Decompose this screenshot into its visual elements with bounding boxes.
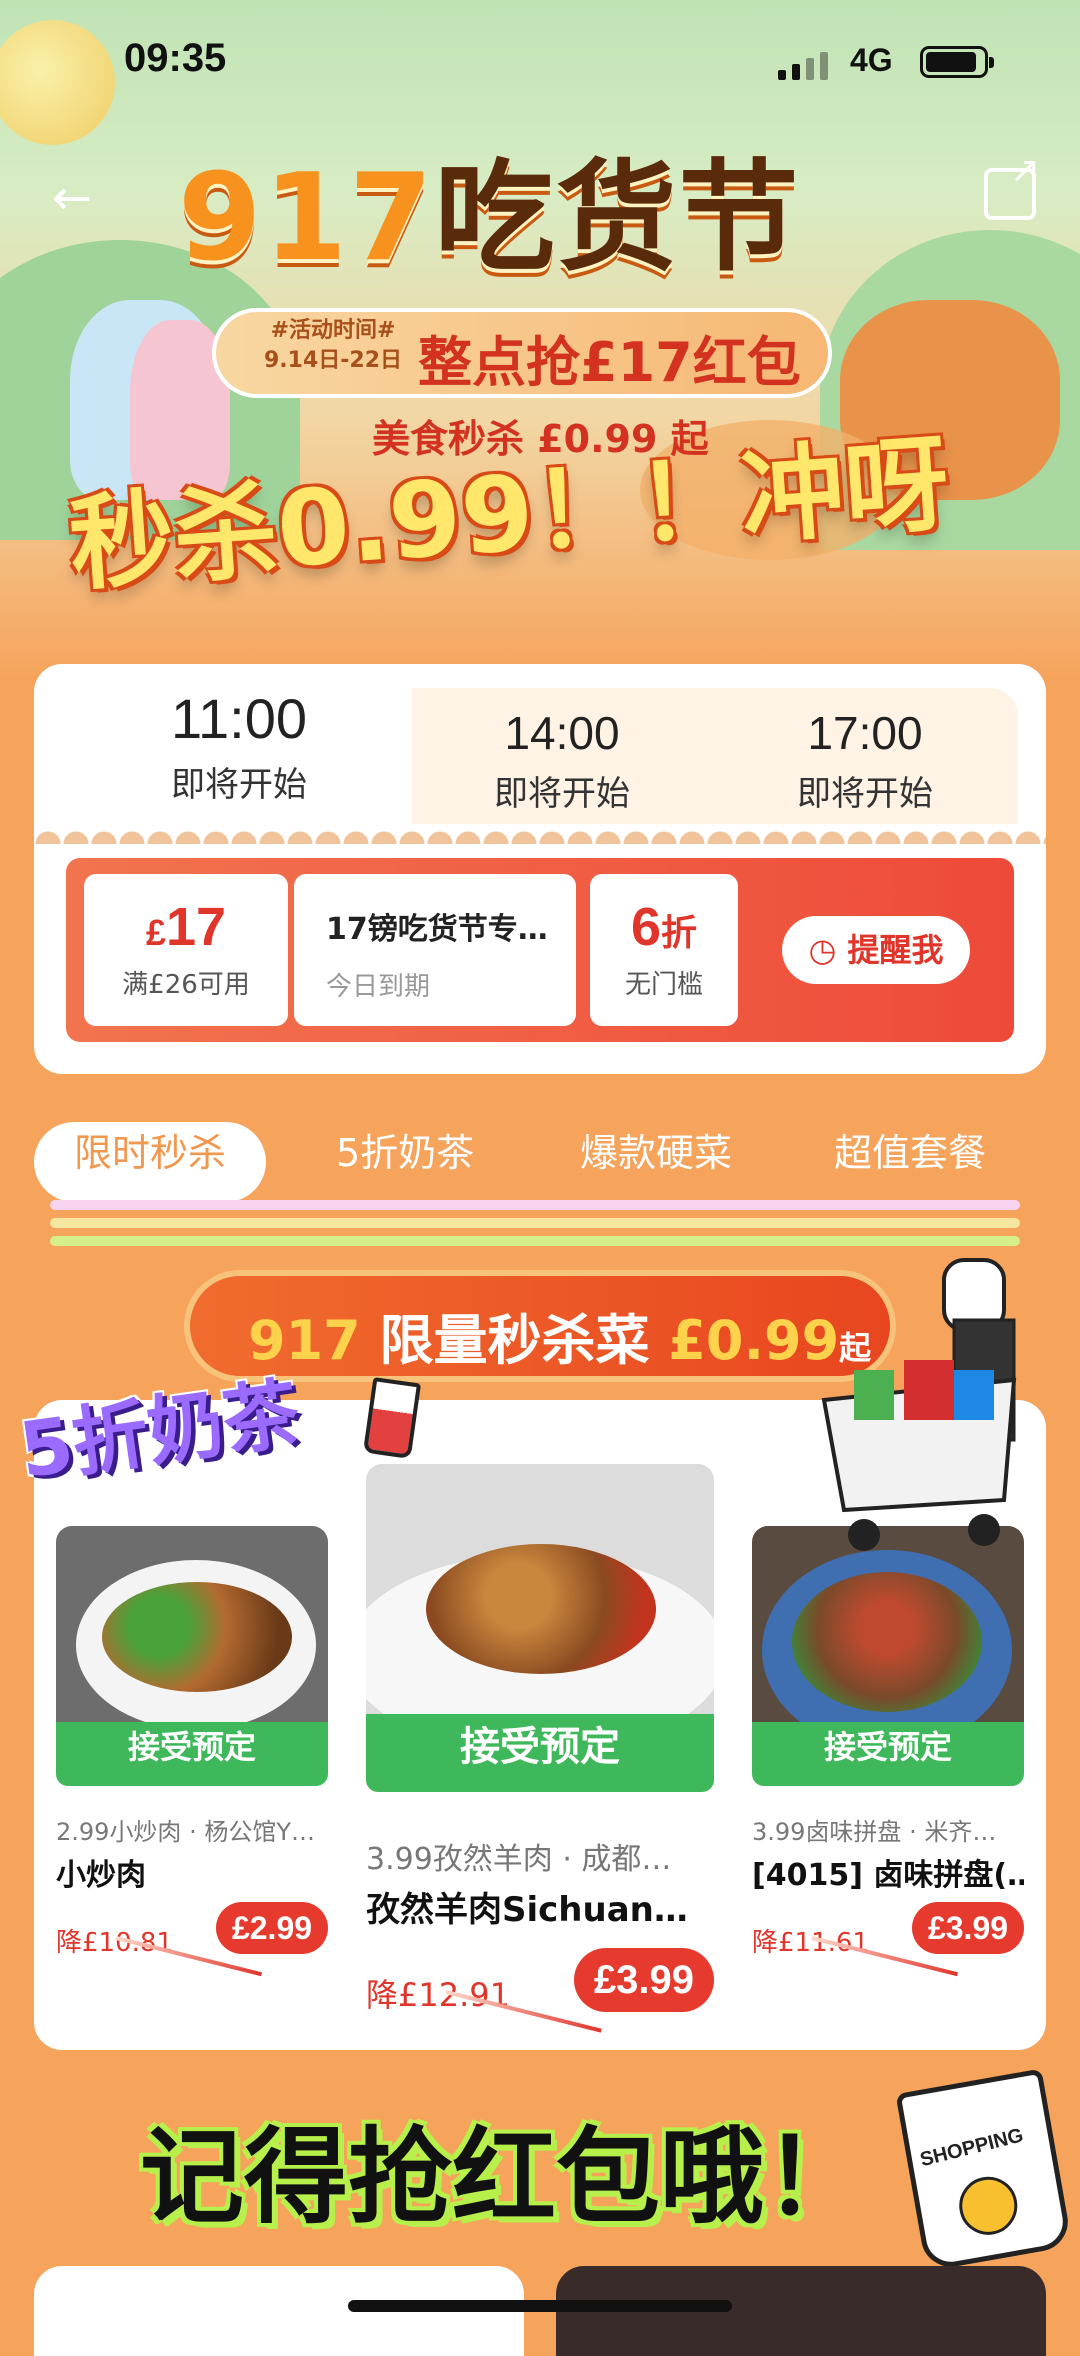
product-price: £3.99: [574, 1948, 714, 2012]
tab-half-price-tea[interactable]: 5折奶茶: [336, 1122, 474, 1202]
share-button[interactable]: [984, 150, 1040, 220]
smiley-icon: [954, 2172, 1022, 2240]
product-card[interactable]: 接受预定 3.99孜然羊肉 · 成都… 孜然羊肉Sichuan… 降£12.91…: [366, 1464, 714, 2033]
food-shape: [426, 1544, 656, 1674]
coupon-currency: £: [145, 912, 166, 953]
product-saving: 降£12.91: [366, 1976, 510, 2014]
festival-text: 吃货节: [434, 149, 801, 288]
time-tab-status: 即将开始: [797, 774, 933, 814]
coupon-name: 17镑吃货节专…: [326, 912, 548, 947]
product-image: [56, 1526, 328, 1722]
tab-underline-stripe: [50, 1218, 1020, 1228]
coupon-expiry: 今日到期: [326, 972, 431, 1002]
alarm-clock-icon: ◷: [808, 931, 837, 969]
back-button[interactable]: ←: [44, 170, 100, 226]
time-tab-1100[interactable]: 11:00 即将开始: [66, 664, 412, 824]
product-image: [366, 1464, 714, 1714]
product-card[interactable]: 接受预定 2.99小炒肉 · 杨公馆Y… 小炒肉 降£10.81 £2.99: [56, 1526, 328, 1977]
category-tabs: 限时秒杀 5折奶茶 爆款硬菜 超值套餐: [34, 1122, 1046, 1202]
product-shop: 3.99孜然羊肉 · 成都…: [366, 1842, 672, 1877]
tab-hot-dishes[interactable]: 爆款硬菜: [580, 1122, 732, 1202]
time-tab-1400[interactable]: 14:00 即将开始: [412, 688, 712, 824]
status-time: 09:35: [124, 36, 227, 80]
banner-text: 917 限量秒杀菜 £0.99起: [248, 1296, 871, 1375]
time-tabs: 11:00 即将开始 14:00 即将开始 17:00 即将开始: [66, 664, 1018, 824]
product-name: 小炒肉: [56, 1858, 146, 1893]
festival-number: 917: [178, 149, 435, 288]
time-tab-time: 14:00: [504, 707, 620, 759]
remind-label: 提醒我: [847, 931, 944, 969]
shopping-cart-illustration: [821, 1258, 1017, 1551]
time-tab-status: 即将开始: [494, 774, 630, 814]
product-saving: 降£11.61: [752, 1928, 869, 1958]
product-name: 孜然羊肉Sichuan…: [366, 1890, 688, 1930]
home-indicator[interactable]: [348, 2300, 732, 2312]
tab-flash-sale[interactable]: 限时秒杀: [34, 1122, 267, 1202]
product-price: £3.99: [912, 1902, 1024, 1954]
moon-decoration: [0, 20, 115, 145]
product-card[interactable]: 接受预定 3.99卤味拼盘 · 米齐… [4015] 卤味拼盘(… 降£11.6…: [752, 1526, 1024, 1977]
tab-underline-stripe: [50, 1236, 1020, 1246]
discount-amount: 6: [630, 897, 662, 957]
activity-dates: 9.14日-22日: [263, 348, 403, 373]
activity-main-text: 整点抢£17红包: [418, 331, 801, 394]
tab-underline-stripe: [50, 1200, 1020, 1210]
discount-unit: 折: [661, 912, 698, 953]
coupon-amount-value: 17: [165, 897, 227, 957]
time-tab-status: 即将开始: [171, 765, 307, 805]
coupon-discount[interactable]: 6折 无门槛: [590, 874, 738, 1026]
product-shop: 2.99小炒肉 · 杨公馆Y…: [56, 1818, 315, 1846]
product-saving: 降£10.81: [56, 1928, 173, 1958]
product-price: £2.99: [216, 1902, 328, 1954]
discount-value: 6折: [590, 874, 738, 958]
reserve-badge: 接受预定: [366, 1714, 714, 1792]
product-shop: 3.99卤味拼盘 · 米齐…: [752, 1818, 997, 1846]
festival-title: 917吃货节: [178, 120, 918, 294]
wave-divider: [34, 820, 1046, 844]
food-shape: [102, 1582, 292, 1692]
battery-icon: [920, 46, 994, 78]
reserve-badge: 接受预定: [752, 1722, 1024, 1786]
time-tab-time: 17:00: [807, 707, 923, 759]
food-shape: [792, 1572, 982, 1712]
remember-redpacket-text: 记得抢红包哦！: [140, 2116, 869, 2238]
remind-me-button[interactable]: ◷ 提醒我: [782, 916, 970, 984]
time-tab-time: 11:00: [171, 687, 307, 750]
coupon-value: £17: [84, 874, 288, 958]
coupon-amount[interactable]: £17 满£26可用: [84, 874, 288, 1026]
signal-icon: [778, 50, 838, 80]
reserve-badge: 接受预定: [56, 1722, 328, 1786]
coupon-detail[interactable]: 17镑吃货节专… 今日到期: [294, 874, 576, 1026]
product-name: [4015] 卤味拼盘(…: [752, 1858, 1024, 1893]
time-tab-1700[interactable]: 17:00 即将开始: [712, 688, 1018, 824]
network-label: 4G: [850, 42, 893, 78]
activity-date: #活动时间# 9.14日-22日: [258, 316, 408, 376]
shopping-bag-sticker: SHOPPING: [895, 2068, 1073, 2272]
coupon-condition: 满£26可用: [122, 970, 250, 1000]
tab-value-combo[interactable]: 超值套餐: [834, 1122, 986, 1202]
shopping-bag-label: SHOPPING: [917, 2124, 1026, 2172]
activity-tag: #活动时间#: [270, 318, 396, 343]
discount-condition: 无门槛: [624, 970, 703, 1000]
banner-title: 限量秒杀菜: [379, 1309, 650, 1372]
